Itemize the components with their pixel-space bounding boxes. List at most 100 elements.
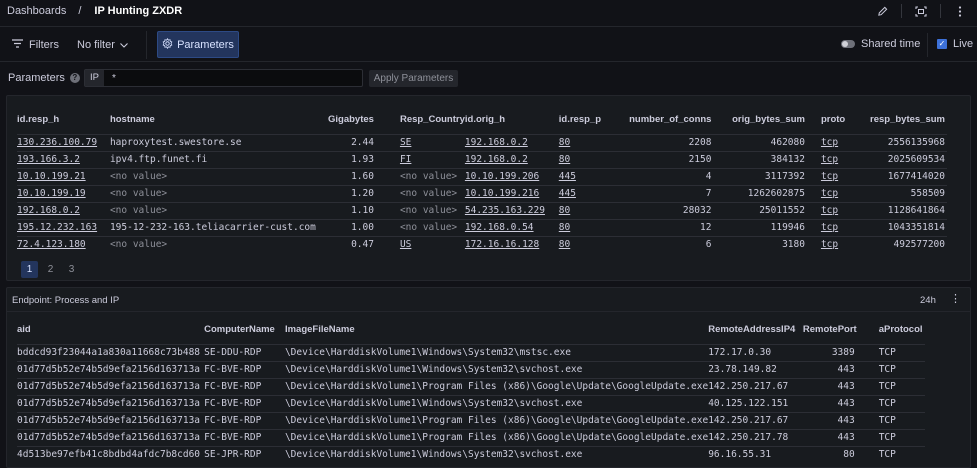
- no-value: <no value>: [109, 171, 168, 182]
- cell-link[interactable]: 80: [559, 239, 570, 250]
- shared-time-toggle[interactable]: Shared time: [841, 38, 920, 50]
- column-header[interactable]: RemotePort: [803, 316, 857, 344]
- table-cell: TCP: [856, 360, 925, 378]
- column-header[interactable]: hostname: [110, 106, 321, 134]
- column-header[interactable]: ComputerName: [204, 316, 285, 344]
- table-cell: 80: [802, 445, 857, 463]
- cell-link[interactable]: tcp: [821, 205, 838, 216]
- cell-link[interactable]: 445: [559, 171, 576, 182]
- column-header[interactable]: id.resp_p: [559, 106, 620, 134]
- column-header[interactable]: RemoteAddressIP4: [708, 316, 803, 344]
- cell-link[interactable]: tcp: [821, 188, 838, 199]
- table-cell: FC-BVE-RDP: [204, 428, 285, 446]
- parameters-heading-label: Parameters: [8, 72, 65, 84]
- cell-link[interactable]: tcp: [821, 171, 838, 182]
- column-header[interactable]: id.resp_h: [17, 106, 110, 134]
- endpoint-panel: Endpoint: Process and IP 24h ⋮ aid Comput…: [6, 287, 971, 468]
- cell-link[interactable]: tcp: [821, 154, 838, 165]
- table-cell: 558509: [851, 184, 947, 202]
- cell-link[interactable]: 54.235.163.229: [465, 205, 545, 216]
- table-cell: 2025609534: [851, 150, 947, 168]
- cell-value: 28032: [682, 205, 712, 216]
- pencil-icon[interactable]: [873, 3, 891, 19]
- cell-link[interactable]: tcp: [821, 137, 838, 148]
- parameter-ip-field[interactable]: IP *: [84, 69, 363, 87]
- help-icon[interactable]: ?: [69, 73, 80, 83]
- table-cell: tcp: [806, 201, 852, 219]
- cell-link[interactable]: 80: [559, 154, 570, 165]
- table-row: 4d513be97efb41c8bdbd4afdc7b8cd60 SE-JPR-R…: [17, 445, 925, 463]
- filter-select[interactable]: No filter: [72, 35, 133, 55]
- cell-link[interactable]: 192.168.0.2: [465, 137, 528, 148]
- cell-link[interactable]: 195.12.232.163: [17, 222, 97, 233]
- cell-link[interactable]: 192.168.0.54: [465, 222, 534, 233]
- column-header[interactable]: id.orig_h: [465, 106, 559, 134]
- cell-value: 25011552: [759, 205, 805, 216]
- cell-link[interactable]: tcp: [821, 222, 838, 233]
- filters-button[interactable]: Filters: [7, 35, 64, 55]
- cell-link[interactable]: 192.168.0.2: [17, 205, 80, 216]
- table-cell: FC-BVE-RDP: [204, 394, 285, 412]
- toggle-switch[interactable]: [841, 40, 855, 48]
- cell-link[interactable]: tcp: [821, 239, 838, 250]
- table-cell: 10.10.199.206: [464, 167, 559, 185]
- parameters-button[interactable]: Parameters: [157, 31, 239, 58]
- table-cell: FC-BVE-RDP: [204, 360, 285, 378]
- cell-value: 1677414020: [887, 171, 945, 182]
- column-header[interactable]: number_of_conns: [619, 106, 713, 134]
- page-button[interactable]: 2: [42, 261, 59, 278]
- table-cell: 443: [802, 411, 857, 429]
- cell-link[interactable]: 80: [559, 222, 570, 233]
- filter-select-value: No filter: [77, 39, 115, 51]
- breadcrumb-separator: /: [78, 5, 82, 17]
- cell-link[interactable]: 445: [559, 188, 576, 199]
- cell-link[interactable]: 130.236.100.79: [17, 137, 97, 148]
- column-header[interactable]: Resp_Country: [376, 106, 465, 134]
- page-button[interactable]: 3: [63, 261, 80, 278]
- column-header[interactable]: proto: [807, 106, 851, 134]
- page-button[interactable]: 1: [21, 261, 38, 278]
- check-icon[interactable]: ✓: [937, 39, 947, 49]
- cell-link[interactable]: 192.168.0.2: [465, 154, 528, 165]
- cell-link[interactable]: 10.10.199.206: [465, 171, 539, 182]
- table-cell: 54.235.163.229: [464, 201, 559, 219]
- cell-link[interactable]: 80: [559, 137, 570, 148]
- table-cell: <no value>: [375, 218, 465, 236]
- table-cell: TCP: [856, 343, 925, 361]
- cell-link[interactable]: 10.10.199.216: [465, 188, 539, 199]
- gear-icon: [162, 37, 173, 52]
- cell-link[interactable]: SE: [400, 137, 411, 148]
- cell-link[interactable]: 72.4.123.180: [17, 239, 86, 250]
- table-cell: 192.168.0.2: [17, 201, 110, 219]
- cell-link[interactable]: 10.10.199.21: [17, 171, 86, 182]
- breadcrumb-dashboards[interactable]: Dashboards: [7, 5, 66, 17]
- column-header[interactable]: ImageFileName: [285, 316, 708, 344]
- table-cell: 195-12-232-163.teliacarrier-cust.com: [109, 218, 321, 236]
- table-cell: 25011552: [713, 201, 807, 219]
- cell-value: 1262602875: [747, 188, 805, 199]
- table-cell: 142.250.217.67: [708, 377, 803, 395]
- cell-link[interactable]: 172.16.16.128: [465, 239, 539, 250]
- apply-parameters-button[interactable]: Apply Parameters: [369, 70, 458, 87]
- live-checkbox[interactable]: ✓ Live: [937, 38, 973, 50]
- fullscreen-icon[interactable]: [912, 3, 930, 19]
- cell-link[interactable]: FI: [400, 154, 411, 165]
- parameter-value[interactable]: *: [112, 73, 116, 84]
- table-cell: 1262602875: [713, 184, 807, 202]
- cell-link[interactable]: 193.166.3.2: [17, 154, 80, 165]
- cell-value: 3117392: [764, 171, 805, 182]
- divider: [901, 4, 902, 18]
- column-header[interactable]: Gigabytes: [321, 106, 376, 134]
- cell-link[interactable]: 10.10.199.19: [17, 188, 86, 199]
- no-value: <no value>: [399, 188, 458, 199]
- cell-link[interactable]: US: [400, 239, 411, 250]
- table-header-row: id.resp_h hostname Gigabytes Resp_Country id…: [17, 106, 947, 134]
- more-vertical-icon[interactable]: ⋮: [950, 292, 961, 305]
- column-header[interactable]: aid: [17, 316, 204, 344]
- column-header[interactable]: orig_bytes_sum: [713, 106, 806, 134]
- cell-link[interactable]: 80: [559, 205, 570, 216]
- column-header[interactable]: resp_bytes_sum: [851, 106, 947, 134]
- table-cell: FI: [375, 150, 465, 168]
- more-vertical-icon[interactable]: [951, 3, 969, 19]
- column-header[interactable]: aProtocol: [857, 316, 925, 344]
